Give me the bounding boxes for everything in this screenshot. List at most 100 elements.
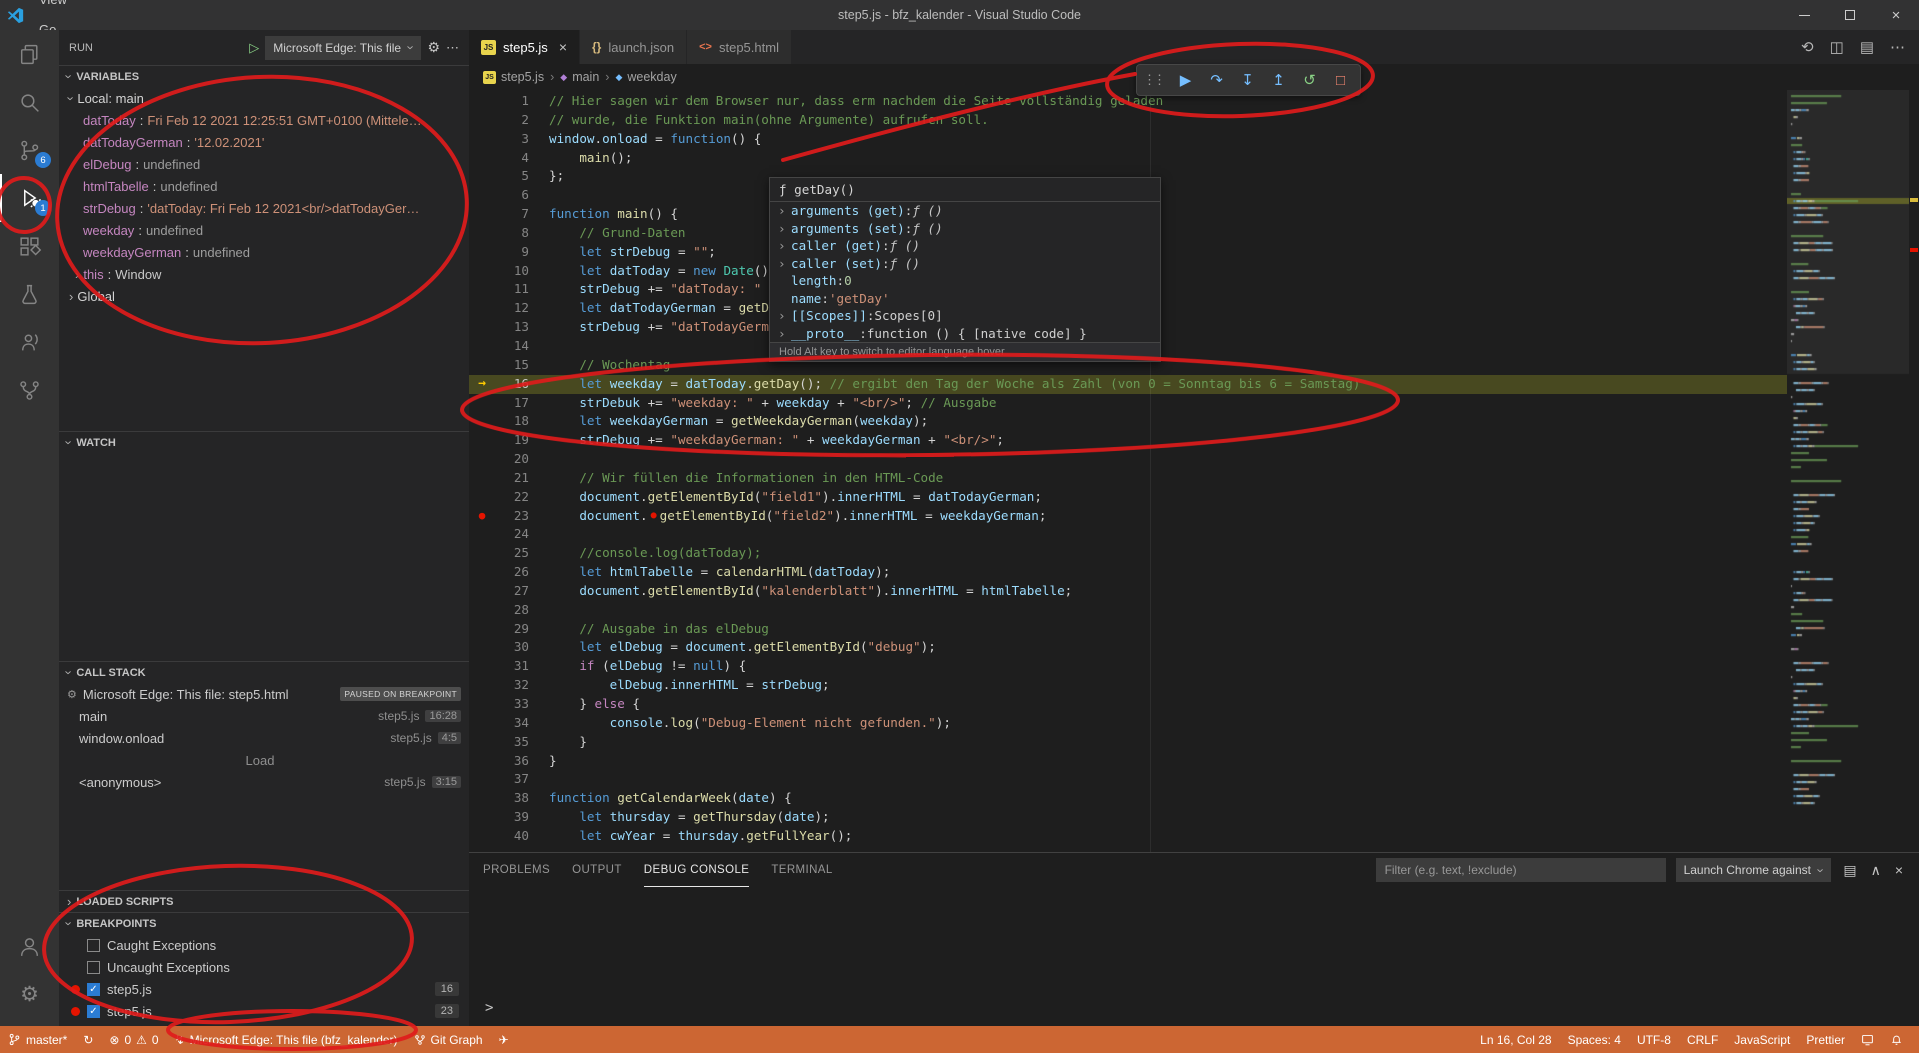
- line-number[interactable]: 6: [495, 186, 529, 205]
- maximize-panel-icon[interactable]: ∧: [1869, 862, 1883, 879]
- tab-step5-html[interactable]: <>step5.html: [687, 30, 792, 64]
- line-number[interactable]: 32: [495, 676, 529, 695]
- gutter-glyph-margin[interactable]: [469, 186, 495, 205]
- code-line-37[interactable]: 37: [469, 770, 1787, 789]
- problems-indicator[interactable]: ⊗0 ⚠0: [101, 1026, 166, 1053]
- line-number[interactable]: 24: [495, 525, 529, 544]
- gutter-glyph-margin[interactable]: [469, 450, 495, 469]
- stack-frame[interactable]: window.onloadstep5.js4:5: [59, 727, 469, 749]
- line-number[interactable]: 7: [495, 205, 529, 224]
- stack-frame[interactable]: Load: [59, 749, 469, 771]
- gutter-glyph-margin[interactable]: [469, 394, 495, 413]
- variable-row[interactable]: elDebug: undefined: [59, 153, 469, 175]
- scope-global[interactable]: › Global: [59, 285, 469, 307]
- overview-ruler-scrollbar[interactable]: [1909, 90, 1919, 852]
- popup-property-row[interactable]: name: 'getDay': [770, 290, 1160, 308]
- step-over-button[interactable]: ↷: [1203, 67, 1230, 93]
- line-number[interactable]: 8: [495, 224, 529, 243]
- variable-row[interactable]: ›this: Window: [59, 263, 469, 285]
- line-number[interactable]: 2: [495, 111, 529, 130]
- gutter-glyph-margin[interactable]: [469, 601, 495, 620]
- line-number[interactable]: 33: [495, 695, 529, 714]
- line-number[interactable]: 34: [495, 714, 529, 733]
- gutter-glyph-margin[interactable]: [469, 808, 495, 827]
- code-line-23[interactable]: ●23 document.●getElementById("field2").i…: [469, 507, 1787, 526]
- gutter-glyph-margin[interactable]: ●: [469, 507, 495, 526]
- activity-run-and-debug[interactable]: 1: [0, 174, 59, 222]
- code-line-2[interactable]: 2// wurde, die Funktion main(ohne Argume…: [469, 111, 1787, 130]
- gutter-glyph-margin[interactable]: [469, 488, 495, 507]
- code-line-33[interactable]: 33 } else {: [469, 695, 1787, 714]
- code-line-27[interactable]: 27 document.getElementById("kalenderblat…: [469, 582, 1787, 601]
- code-line-3[interactable]: 3window.onload = function() {: [469, 130, 1787, 149]
- line-number[interactable]: 22: [495, 488, 529, 507]
- line-number[interactable]: 3: [495, 130, 529, 149]
- gutter-glyph-margin[interactable]: [469, 695, 495, 714]
- gutter-glyph-margin[interactable]: [469, 827, 495, 846]
- line-number[interactable]: 1: [495, 92, 529, 111]
- popup-property-row[interactable]: ›caller (get): ƒ (): [770, 237, 1160, 255]
- breakpoint-checkbox[interactable]: [87, 961, 100, 974]
- code-line-1[interactable]: 1// Hier sagen wir dem Browser nur, dass…: [469, 92, 1787, 111]
- line-number[interactable]: 30: [495, 638, 529, 657]
- activity-accounts[interactable]: [0, 922, 59, 970]
- line-number[interactable]: 27: [495, 582, 529, 601]
- gutter-glyph-margin[interactable]: [469, 262, 495, 281]
- panel-tab-problems[interactable]: PROBLEMS: [483, 853, 550, 887]
- code-line-26[interactable]: 26 let htmlTabelle = calendarHTML(datTod…: [469, 563, 1787, 582]
- start-debug-button[interactable]: ▷: [249, 40, 259, 56]
- gutter-glyph-margin[interactable]: →: [469, 375, 495, 394]
- gutter-glyph-margin[interactable]: [469, 111, 495, 130]
- code-line-16[interactable]: →16 let weekday = datToday.getDay(); // …: [469, 375, 1787, 394]
- tab-launch-json[interactable]: {}launch.json: [580, 30, 687, 64]
- popup-property-row[interactable]: ›caller (set): ƒ (): [770, 255, 1160, 273]
- debug-target-indicator[interactable]: ↯ Microsoft Edge: This file (bfz_kalende…: [167, 1026, 406, 1053]
- breakpoint-row[interactable]: Uncaught Exceptions: [59, 956, 469, 978]
- activity-explorer[interactable]: [0, 30, 59, 78]
- variable-row[interactable]: datTodayGerman: '12.02.2021': [59, 131, 469, 153]
- gutter-glyph-margin[interactable]: [469, 412, 495, 431]
- line-number[interactable]: 21: [495, 469, 529, 488]
- gutter-glyph-margin[interactable]: [469, 337, 495, 356]
- code-line-39[interactable]: 39 let thursday = getThursday(date);: [469, 808, 1787, 827]
- line-number[interactable]: 38: [495, 789, 529, 808]
- panel-tab-output[interactable]: OUTPUT: [572, 853, 622, 887]
- gutter-glyph-margin[interactable]: [469, 431, 495, 450]
- variable-row[interactable]: weekday: undefined: [59, 219, 469, 241]
- notifications-bell[interactable]: [1882, 1026, 1911, 1053]
- tab-step5-js[interactable]: JSstep5.js×: [469, 30, 580, 64]
- panel-tab-debug-console[interactable]: DEBUG CONSOLE: [644, 853, 750, 887]
- variable-row[interactable]: datToday: Fri Feb 12 2021 12:25:51 GMT+0…: [59, 109, 469, 131]
- stack-frame[interactable]: <anonymous>step5.js3:15: [59, 771, 469, 793]
- line-number[interactable]: 35: [495, 733, 529, 752]
- restart-button[interactable]: ↺: [1296, 67, 1323, 93]
- gutter-glyph-margin[interactable]: [469, 224, 495, 243]
- close-panel-icon[interactable]: ×: [1893, 862, 1905, 878]
- launch-config-dropdown[interactable]: Launch Chrome against ›: [1676, 858, 1832, 882]
- code-line-40[interactable]: 40 let cwYear = thursday.getFullYear();: [469, 827, 1787, 846]
- breakpoint-row[interactable]: Caught Exceptions: [59, 934, 469, 956]
- code-line-19[interactable]: 19 strDebug += "weekdayGerman: " + weekd…: [469, 431, 1787, 450]
- popup-property-row[interactable]: ›__proto__: function () { [native code] …: [770, 325, 1160, 343]
- sync-button[interactable]: ↻: [75, 1026, 101, 1053]
- code-line-35[interactable]: 35 }: [469, 733, 1787, 752]
- activity-source-control[interactable]: 6: [0, 126, 59, 174]
- git-graph-button[interactable]: Git Graph: [406, 1026, 491, 1053]
- status-cursor-position[interactable]: Ln 16, Col 28: [1472, 1026, 1559, 1053]
- line-number[interactable]: 31: [495, 657, 529, 676]
- line-number[interactable]: 15: [495, 356, 529, 375]
- step-into-button[interactable]: ↧: [1234, 67, 1261, 93]
- gutter-glyph-margin[interactable]: [469, 563, 495, 582]
- activity-settings[interactable]: ⚙: [0, 970, 59, 1018]
- activity-testing[interactable]: [0, 270, 59, 318]
- line-number[interactable]: 29: [495, 620, 529, 639]
- line-number[interactable]: 37: [495, 770, 529, 789]
- gutter-glyph-margin[interactable]: [469, 469, 495, 488]
- gutter-glyph-margin[interactable]: [469, 167, 495, 186]
- status-language[interactable]: JavaScript: [1726, 1026, 1798, 1053]
- breadcrumb-item-weekday[interactable]: ◆weekday: [615, 70, 676, 84]
- line-number[interactable]: 13: [495, 318, 529, 337]
- breakpoints-header[interactable]: › BREAKPOINTS: [59, 912, 469, 934]
- gutter-glyph-margin[interactable]: [469, 356, 495, 375]
- line-number[interactable]: 10: [495, 262, 529, 281]
